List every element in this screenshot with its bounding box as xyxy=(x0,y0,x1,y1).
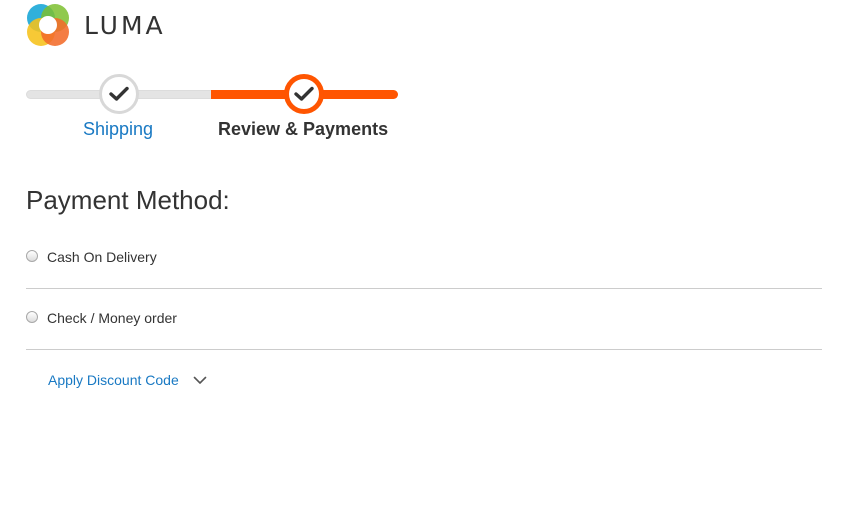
payment-divider xyxy=(26,288,822,289)
step-review-payments-label: Review & Payments xyxy=(218,119,389,139)
check-icon xyxy=(109,86,129,101)
apply-discount-code-label[interactable]: Apply Discount Code xyxy=(48,370,179,390)
logo-text: LUMA xyxy=(84,10,166,40)
payment-method-cash-on-delivery[interactable]: Cash On Delivery xyxy=(26,247,822,267)
step-shipping-marker[interactable] xyxy=(99,74,139,114)
payment-divider xyxy=(26,349,822,350)
step-shipping-link[interactable]: Shipping xyxy=(83,118,153,140)
payment-method-title: Payment Method: xyxy=(26,185,230,215)
luma-logo-icon xyxy=(27,4,69,46)
payment-method-check-money-order[interactable]: Check / Money order xyxy=(26,308,822,328)
cash-on-delivery-radio[interactable] xyxy=(26,250,38,262)
apply-discount-code-toggle[interactable]: Apply Discount Code xyxy=(48,370,207,390)
step-review-payments-marker xyxy=(284,74,324,114)
check-money-order-radio[interactable] xyxy=(26,311,38,323)
check-icon xyxy=(294,86,314,101)
chevron-down-icon[interactable] xyxy=(193,376,207,385)
cash-on-delivery-label[interactable]: Cash On Delivery xyxy=(47,247,157,267)
luma-logo[interactable]: LUMA xyxy=(26,2,166,48)
check-money-order-label[interactable]: Check / Money order xyxy=(47,308,177,328)
checkout-progress-bar: Shipping Review & Payments xyxy=(26,70,398,150)
